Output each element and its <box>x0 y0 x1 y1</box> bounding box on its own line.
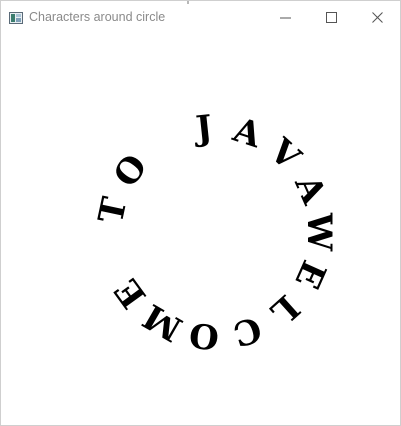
circle-char-1: E <box>286 254 333 294</box>
circle-char-6: E <box>107 271 155 315</box>
maximize-button[interactable] <box>308 1 354 35</box>
circle-char-0: W <box>299 212 339 252</box>
circle-char-13: V <box>261 130 309 178</box>
circle-char-14: A <box>286 169 334 211</box>
drawing-canvas: WELCOME TO JAVA <box>1 35 400 425</box>
circle-char-8: T <box>91 194 135 227</box>
close-icon <box>372 12 383 23</box>
window-title: Characters around circle <box>29 10 166 24</box>
application-window: Characters around circle WELCOME TO JAVA <box>0 0 401 426</box>
minimize-button[interactable] <box>262 1 308 35</box>
circle-char-11: J <box>191 108 214 150</box>
minimize-icon <box>280 17 291 19</box>
java-app-window-icon <box>9 12 23 24</box>
circle-char-9: O <box>106 147 156 194</box>
close-button[interactable] <box>354 1 400 35</box>
circle-char-5: M <box>137 295 190 348</box>
maximize-icon <box>326 12 337 23</box>
circle-char-3: C <box>228 308 266 354</box>
circle-char-4: O <box>187 314 221 357</box>
title-bar-divider <box>187 1 189 4</box>
circle-char-12: A <box>227 110 266 157</box>
title-bar[interactable]: Characters around circle <box>1 1 400 35</box>
circle-char-2: L <box>262 286 307 332</box>
circle-text-drawing: WELCOME TO J AVA <box>91 108 339 357</box>
